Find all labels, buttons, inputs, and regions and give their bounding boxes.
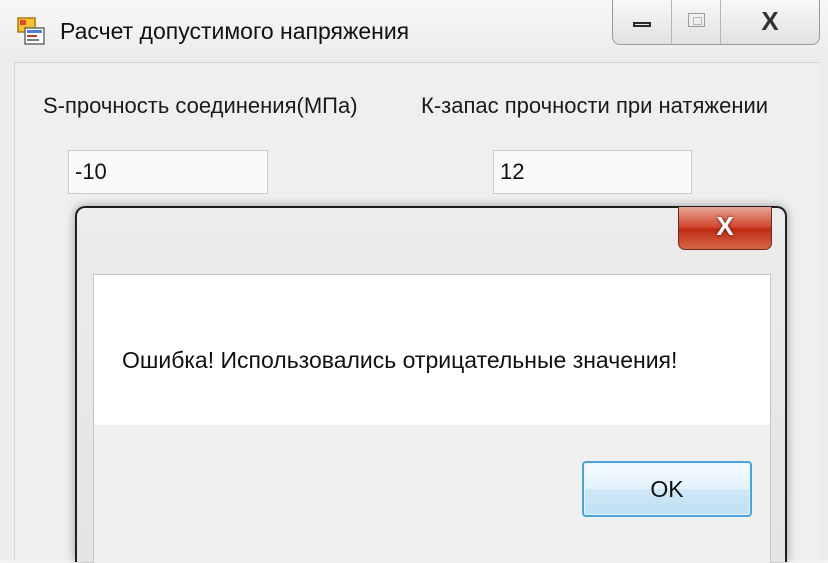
caption-buttons: X [612, 0, 820, 45]
ok-button[interactable]: OK [582, 461, 752, 517]
message-close-button[interactable]: X [678, 207, 772, 250]
maximize-icon [688, 13, 705, 27]
message-body: Ошибка! Использовались отрицательные зна… [93, 274, 771, 563]
close-icon: X [716, 211, 734, 241]
minimize-button[interactable] [613, 0, 672, 44]
strength-input[interactable] [68, 150, 268, 194]
minimize-icon [633, 22, 651, 27]
maximize-button[interactable] [672, 0, 721, 44]
main-titlebar[interactable]: Расчет допустимого напряжения X [0, 0, 828, 62]
message-button-bar: OK [94, 425, 770, 563]
close-button[interactable]: X [721, 0, 819, 44]
window-title: Расчет допустимого напряжения [60, 18, 410, 44]
close-icon: X [761, 6, 779, 36]
strength-label: S-прочность соединения(МПа) [43, 93, 358, 118]
error-message-text: Ошибка! Использовались отрицательные зна… [122, 347, 678, 373]
safety-factor-label: К-запас прочности при натяжении [421, 93, 769, 118]
error-message-box: X Ошибка! Использовались отрицательные з… [75, 206, 787, 563]
safety-factor-input[interactable] [493, 150, 692, 194]
app-form-icon [17, 17, 45, 45]
